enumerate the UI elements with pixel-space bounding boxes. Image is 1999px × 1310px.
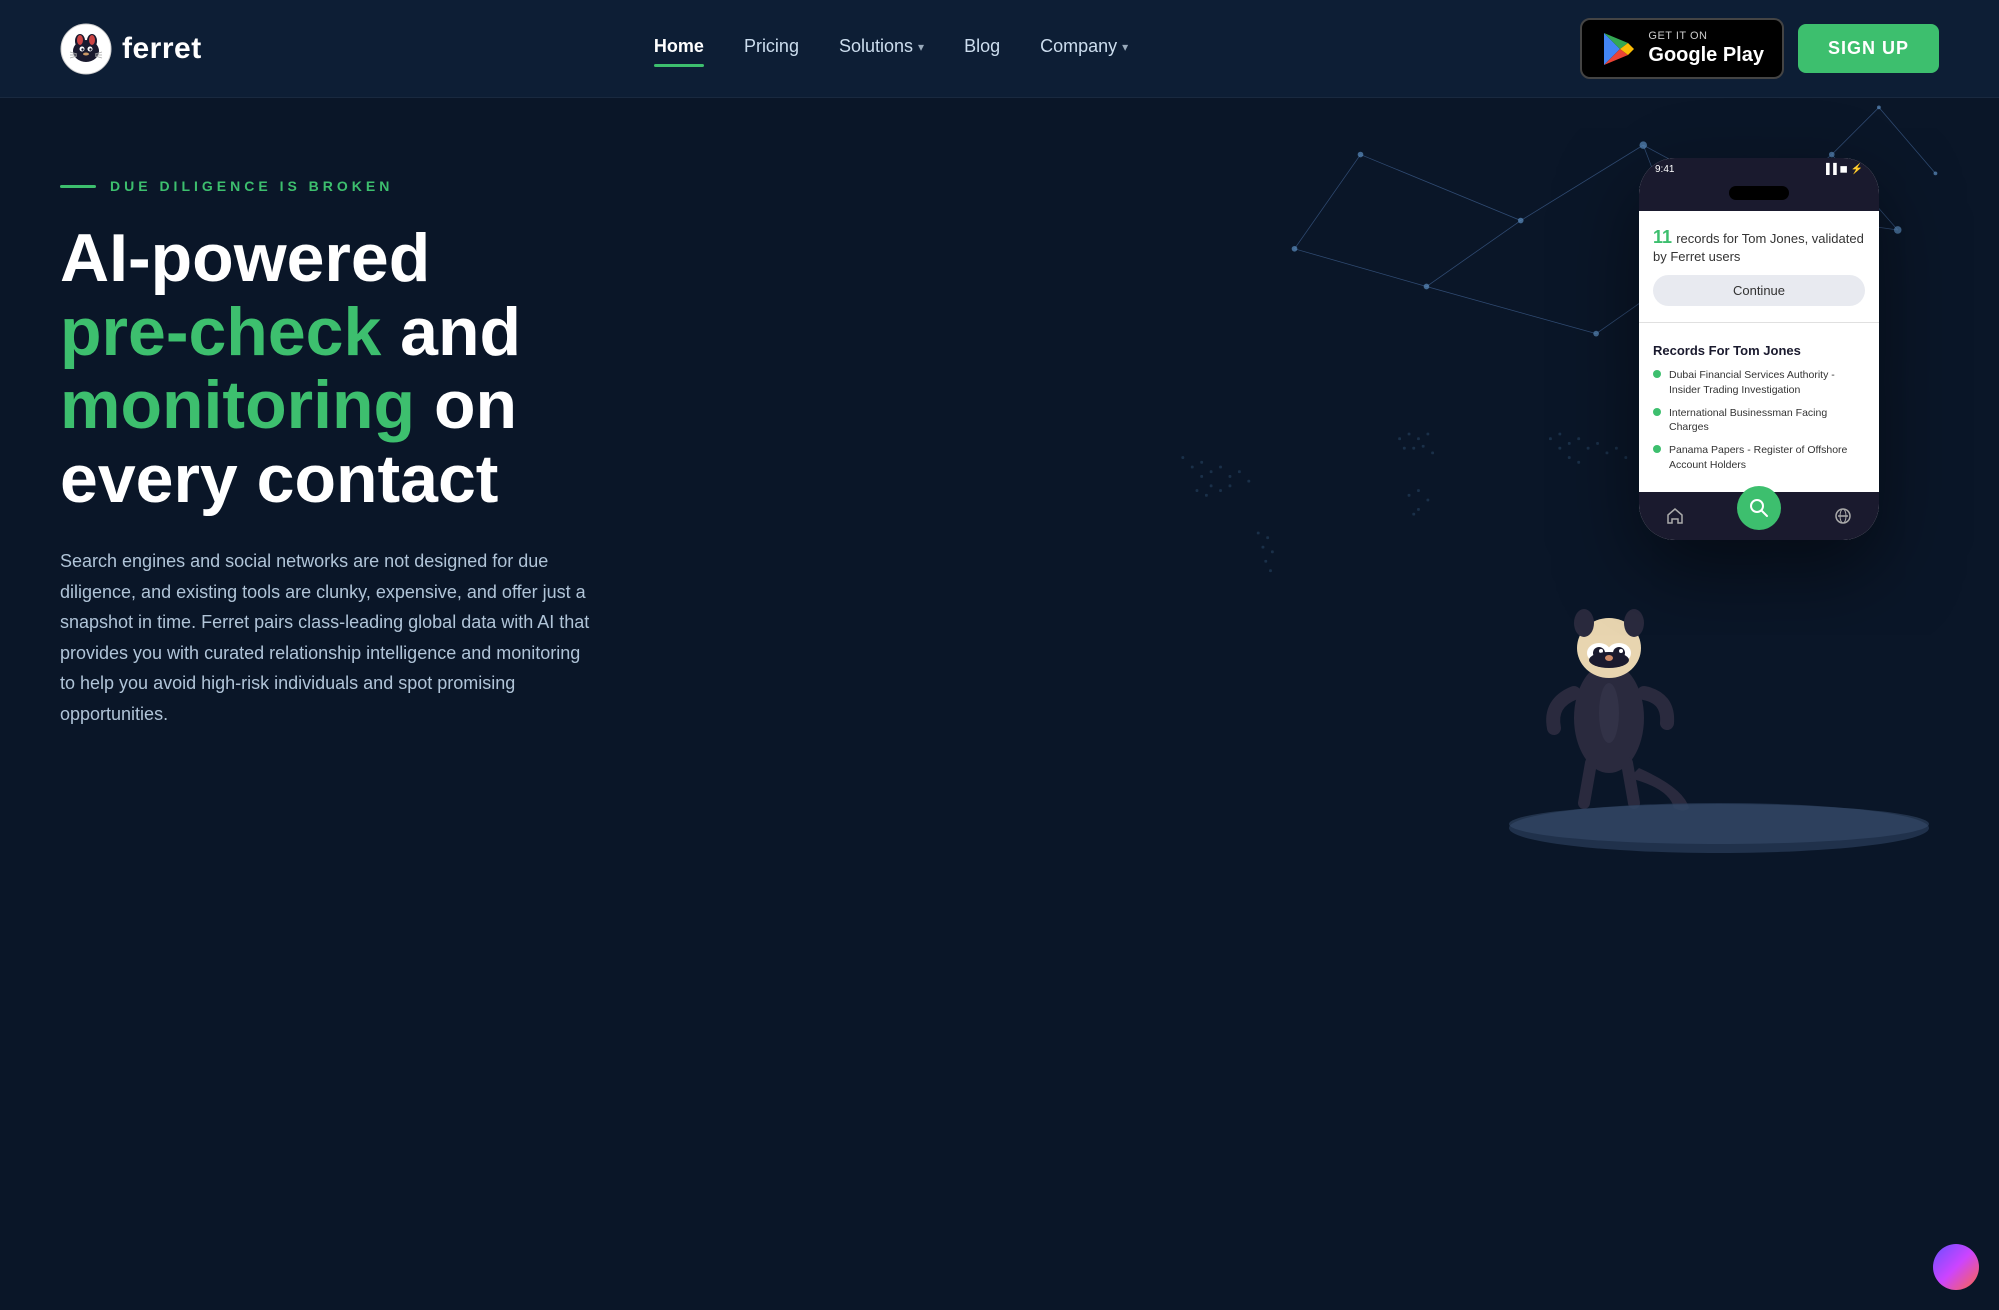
phone-status-bar: 9:41 ▐▐ ◼ ⚡: [1639, 158, 1879, 175]
phone-continue-button[interactable]: Continue: [1653, 275, 1865, 306]
hero-description: Search engines and social networks are n…: [60, 546, 590, 730]
hero-heading: AI-powered pre-check and monitoring on e…: [60, 222, 640, 516]
google-play-text: GET IT ON Google Play: [1648, 30, 1764, 67]
tagline-dash: [60, 185, 96, 188]
phone-records-count: 11 records for Tom Jones, validated by F…: [1653, 227, 1865, 265]
phone-mockup: 9:41 ▐▐ ◼ ⚡ 11 records for Tom Jones, va…: [1639, 158, 1879, 540]
phone-notch: [1639, 175, 1879, 211]
hero-visual: 9:41 ▐▐ ◼ ⚡ 11 records for Tom Jones, va…: [1099, 98, 1999, 918]
google-play-button[interactable]: GET IT ON Google Play: [1580, 18, 1784, 79]
ferret-logo-icon: [60, 23, 112, 75]
phone-time: 9:41: [1655, 164, 1674, 175]
record-dot-2: [1653, 408, 1661, 416]
logo[interactable]: ferret: [60, 23, 202, 75]
phone-other-nav-icon[interactable]: [1832, 505, 1854, 527]
nav-blog[interactable]: Blog: [964, 36, 1000, 61]
help-bubble[interactable]: [1933, 1244, 1979, 1290]
platform-stand: [1499, 798, 1939, 858]
phone-record-item-1: Dubai Financial Services Authority - Ins…: [1653, 368, 1865, 397]
phone-signals: ▐▐ ◼ ⚡: [1823, 164, 1863, 175]
hero-green-monitoring: monitoring: [60, 367, 415, 443]
phone-search-nav-icon[interactable]: [1737, 486, 1781, 530]
nav-home[interactable]: Home: [654, 36, 704, 61]
nav-pricing[interactable]: Pricing: [744, 36, 799, 61]
header-actions: GET IT ON Google Play SIGN UP: [1580, 18, 1939, 79]
phone-home-nav-icon[interactable]: [1664, 505, 1686, 527]
record-dot-1: [1653, 370, 1661, 378]
phone-bottom-card: Records For Tom Jones Dubai Financial Se…: [1639, 331, 1879, 492]
nav-company[interactable]: Company ▾: [1040, 36, 1128, 61]
phone-navbar: [1639, 492, 1879, 540]
hero-green-precheck: pre-check: [60, 294, 381, 370]
company-chevron-icon: ▾: [1122, 40, 1128, 54]
hero-section: DUE DILIGENCE IS BROKEN AI-powered pre-c…: [0, 98, 1999, 918]
phone-dynamic-island: [1729, 186, 1789, 200]
phone-top-card: 11 records for Tom Jones, validated by F…: [1639, 211, 1879, 323]
site-header: ferret Home Pricing Solutions ▾ Blog Com…: [0, 0, 1999, 98]
phone-record-item-2: International Businessman Facing Charges: [1653, 406, 1865, 435]
tagline-line: DUE DILIGENCE IS BROKEN: [60, 178, 640, 194]
brand-name: ferret: [122, 32, 202, 66]
phone-record-item-3: Panama Papers - Register of Offshore Acc…: [1653, 443, 1865, 472]
solutions-chevron-icon: ▾: [918, 40, 924, 54]
google-play-icon: [1600, 31, 1636, 67]
hero-content: DUE DILIGENCE IS BROKEN AI-powered pre-c…: [60, 158, 640, 729]
ferret-character: [1529, 538, 1689, 818]
main-nav: Home Pricing Solutions ▾ Blog Company ▾: [654, 36, 1128, 61]
nav-solutions[interactable]: Solutions ▾: [839, 36, 924, 61]
signup-button[interactable]: SIGN UP: [1798, 24, 1939, 73]
phone-records-title: Records For Tom Jones: [1653, 343, 1865, 358]
tagline-text: DUE DILIGENCE IS BROKEN: [110, 178, 393, 194]
record-dot-3: [1653, 445, 1661, 453]
